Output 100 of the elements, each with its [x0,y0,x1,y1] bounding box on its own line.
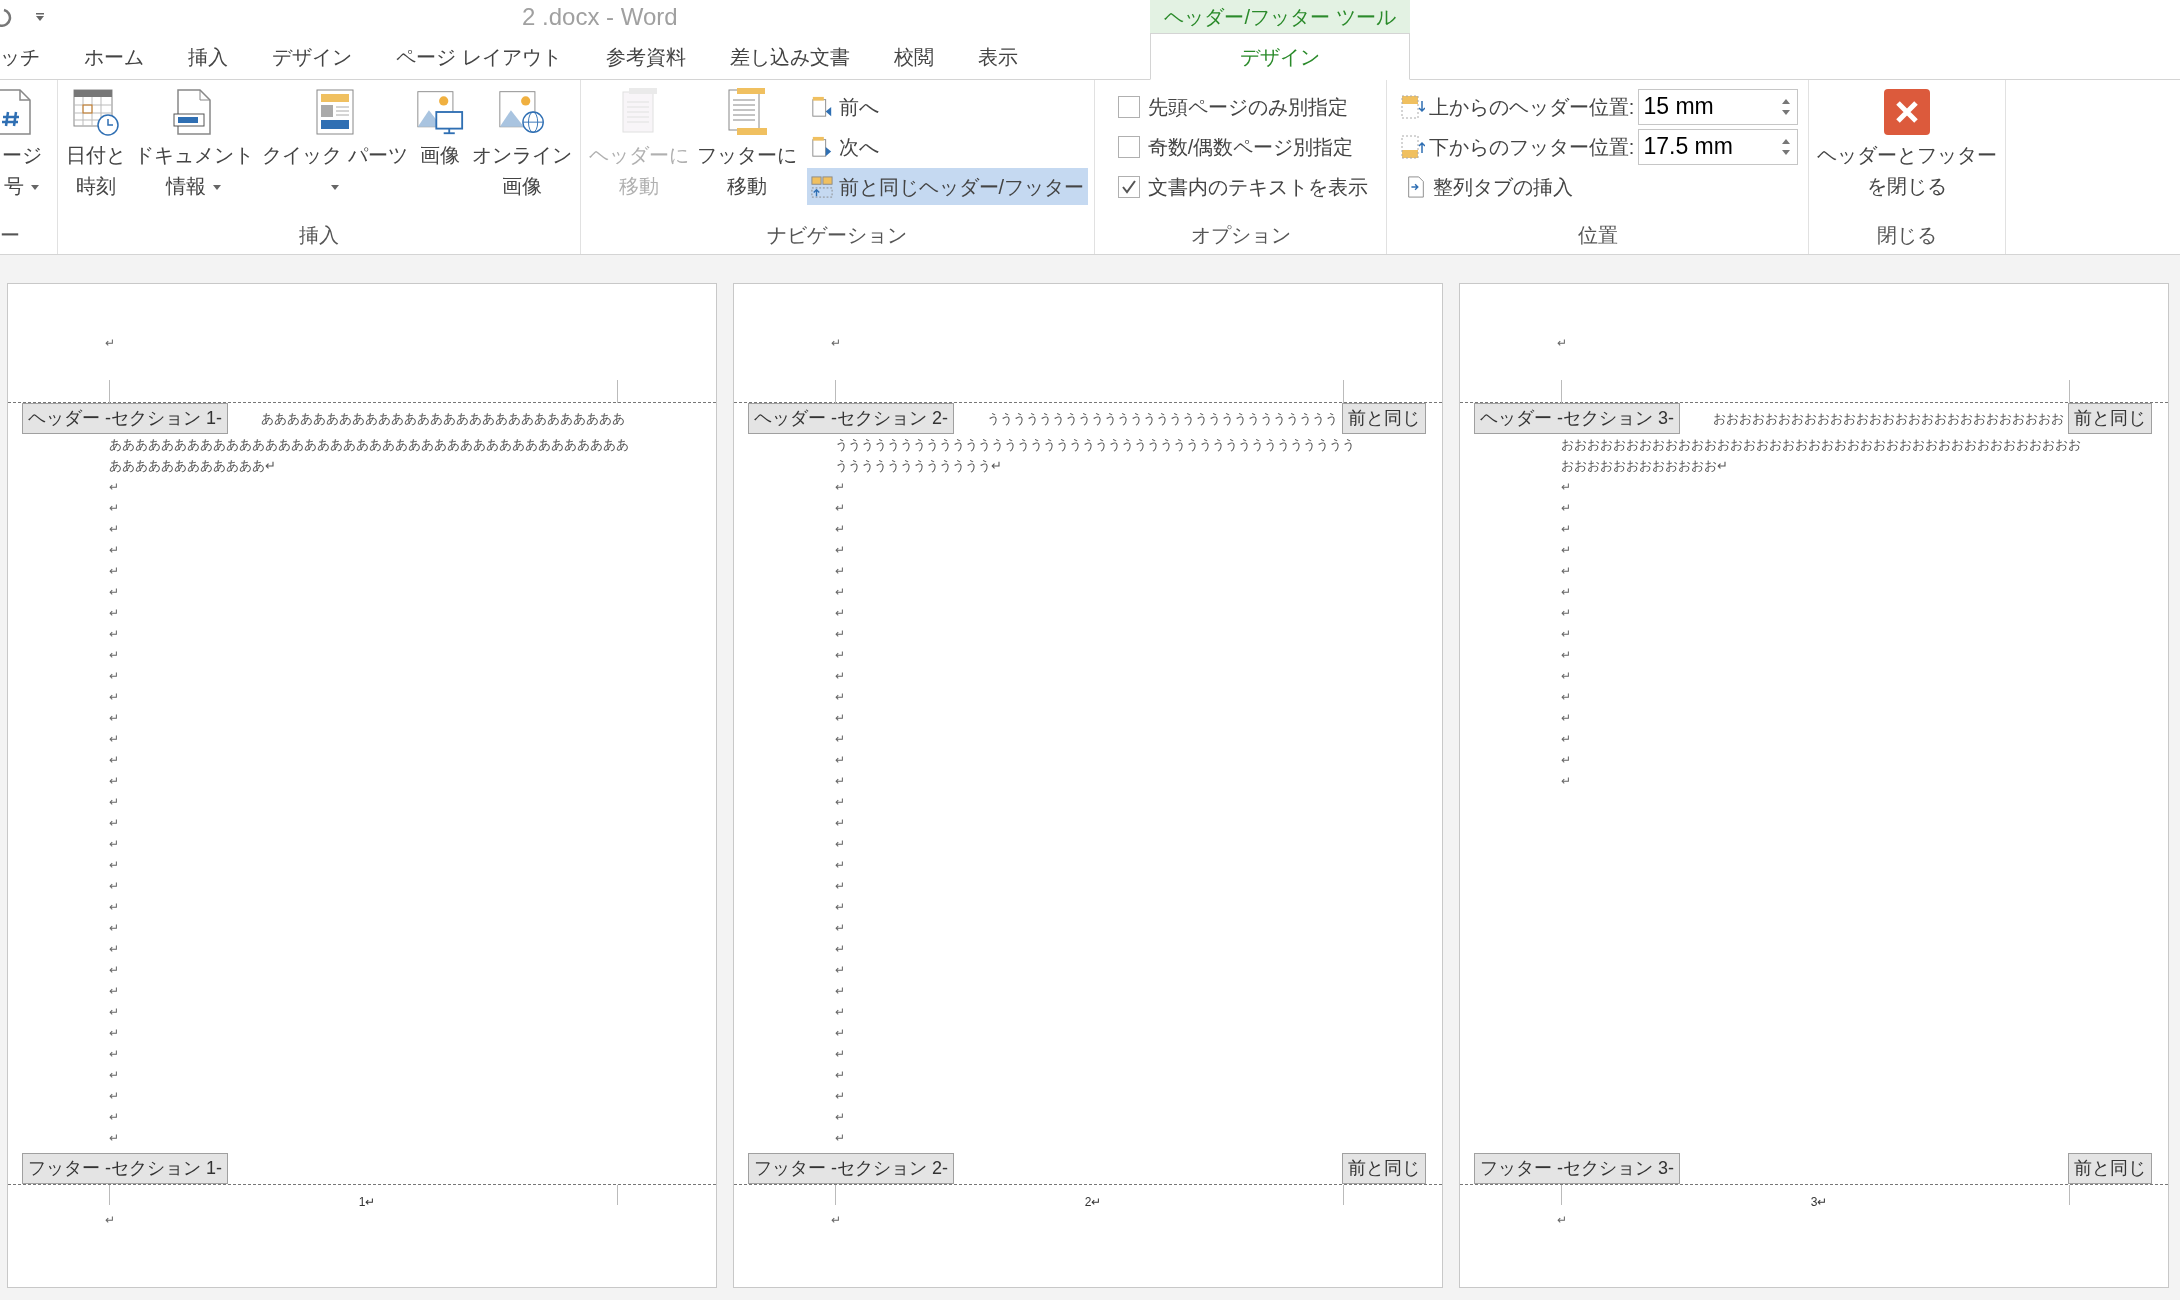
paragraph-mark: ↵ [835,899,845,916]
paragraph-mark: ↵ [1561,752,1571,769]
paragraph-mark: ↵ [109,1067,119,1084]
paragraph-mark: ↵ [835,668,845,685]
section-tag: フッター -セクション 2- [748,1153,954,1184]
checkbox[interactable] [1117,95,1140,118]
paragraph-mark: ↵ [109,542,119,559]
ribbon-tab[interactable]: デザイン [250,34,374,79]
ribbon-tab[interactable]: ページ レイアウト [374,34,584,79]
ribbon-button[interactable]: ヘッダーとフッター を閉じる [1815,88,2000,202]
paragraph-mark: ↵ [1561,521,1571,538]
ribbon-button[interactable]: 次へ [806,128,883,165]
page-number: 3↵ [1810,1194,1828,1211]
paragraph-mark: ↵ [109,773,119,790]
paragraph-mark: ↵ [109,1130,119,1147]
header-position-icon [1400,94,1425,119]
margin-mark [2069,380,2070,403]
ribbon-button[interactable]: クイック パーツ [260,88,410,202]
page-number: 2↵ [1084,1194,1102,1211]
ribbon-tab[interactable]: 参考資料 [583,34,708,79]
ribbon-button[interactable]: ージ 号 [0,88,44,202]
ribbon-button[interactable]: 日付と 時刻 [64,88,128,202]
footer-position-icon [1400,134,1425,159]
margin-mark [1561,1185,1562,1205]
paragraph-mark: ↵ [1561,710,1571,727]
paragraph-mark: ↵ [109,941,119,958]
section-tag: 前と同じ [1342,1153,1426,1184]
paragraph-mark: ↵ [105,336,115,350]
body-text-line: ああああああああああああああああああああああああああああ [261,410,625,428]
paragraph-mark: ↵ [835,605,845,622]
paragraph-mark: ↵ [109,1046,119,1063]
body-text-line: ううううううううううううううううううううううううううう [987,410,1338,428]
paragraph-mark: ↵ [835,689,845,706]
paragraph-mark: ↵ [109,731,119,748]
group-label: オプション [1190,223,1291,248]
ribbon-button[interactable]: 前と同じヘッダー/フッター [806,168,1089,205]
paragraph-mark: ↵ [109,1004,119,1021]
ribbon-tab[interactable]: 表示 [955,34,1040,79]
ribbon-tab[interactable]: ッチ [0,34,62,79]
paragraph-mark: ↵ [835,521,845,538]
paragraph-mark: ↵ [109,1025,119,1042]
ribbon-button[interactable]: ドキュメント 情報 [132,88,256,202]
ribbon-button[interactable]: 整列タブの挿入 [1400,168,1577,205]
paragraph-mark: ↵ [1561,605,1571,622]
paragraph-mark: ↵ [831,336,841,350]
paragraph-mark: ↵ [835,878,845,895]
paragraph-mark: ↵ [1561,668,1571,685]
field-label: 下からのフッター位置: [1428,134,1635,160]
spin-field[interactable]: 17.5 mm [1638,128,1799,165]
section-tag: 前と同じ [2068,403,2152,434]
spin-field[interactable]: 15 mm [1638,88,1799,125]
paragraph-mark: ↵ [835,1088,845,1105]
ribbon-tab[interactable]: ホーム [62,34,166,79]
paragraph-mark: ↵ [835,563,845,580]
paragraph-mark: ↵ [109,1109,119,1126]
paragraph-mark: ↵ [1557,336,1567,350]
paragraph-mark: ↵ [835,773,845,790]
paragraph-mark: ↵ [109,710,119,727]
body-text-line: ああああああああああああ↵ [109,457,276,475]
paragraph-mark: ↵ [835,584,845,601]
paragraph-mark: ↵ [109,668,119,685]
ribbon-button[interactable]: 前へ [806,88,883,125]
calendar-clock-icon [72,88,120,136]
group-label: 位置 [1577,223,1618,248]
body-text-line: うううううううううううう↵ [835,457,1002,475]
paragraph-mark: ↵ [835,1067,845,1084]
checkbox[interactable] [1117,175,1140,198]
paragraph-mark: ↵ [109,584,119,601]
ribbon-tab[interactable]: 差し込み文書 [707,34,872,79]
paragraph-mark: ↵ [109,878,119,895]
paragraph-mark: ↵ [835,815,845,832]
checkbox[interactable] [1117,135,1140,158]
picture-globe-icon [497,88,546,136]
paragraph-mark: ↵ [835,500,845,517]
paragraph-mark: ↵ [835,1025,845,1042]
group-label: ー [0,223,20,248]
ribbon-button[interactable]: オンライン 画像 [469,88,574,202]
paragraph-mark: ↵ [835,794,845,811]
ribbon-button[interactable]: フッターに 移動 [694,88,799,202]
paragraph-mark: ↵ [835,941,845,958]
ribbon-tab[interactable]: デザイン [1150,33,1410,80]
paragraph-mark: ↵ [109,899,119,916]
paragraph-mark: ↵ [835,1109,845,1126]
ribbon-tab[interactable]: 挿入 [166,34,250,79]
ribbon-tab[interactable]: 校閲 [871,34,956,79]
checkbox-label: 奇数/偶数ページ別指定 [1147,134,1354,160]
body-text-line: ああああああああああああああああああああああああああああああああああああああああ [109,436,629,454]
paragraph-mark: ↵ [109,521,119,538]
ribbon-button[interactable]: 画像 [413,88,466,171]
paragraph-mark: ↵ [109,983,119,1000]
paragraph-mark: ↵ [1561,500,1571,517]
margin-mark [1343,1185,1344,1205]
paragraph-mark: ↵ [835,962,845,979]
paragraph-mark: ↵ [1561,584,1571,601]
margin-mark [109,1185,110,1205]
paragraph-mark: ↵ [109,500,119,517]
paragraph-mark: ↵ [1561,773,1571,790]
paragraph-mark: ↵ [835,542,845,559]
body-text-line: おおおおおおおおおおおおおおおおおおおおおおおおおおお [1713,410,2064,428]
margin-mark [835,1185,836,1205]
